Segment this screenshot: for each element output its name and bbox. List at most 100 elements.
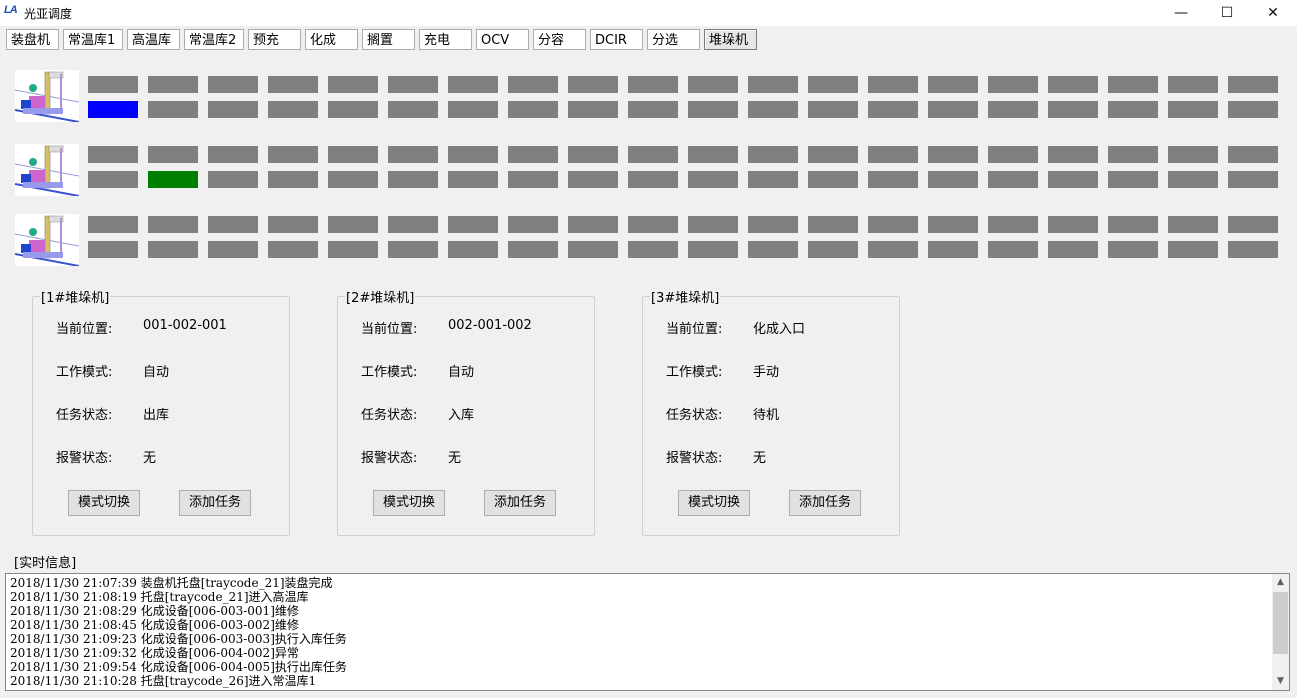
storage-cell[interactable]: [148, 76, 198, 93]
storage-cell[interactable]: [628, 216, 678, 233]
storage-cell[interactable]: [988, 76, 1038, 93]
storage-cell[interactable]: [1168, 146, 1218, 163]
storage-cell[interactable]: [808, 216, 858, 233]
storage-cell[interactable]: [1048, 216, 1098, 233]
storage-cell[interactable]: [748, 216, 798, 233]
realtime-log-box[interactable]: 2018/11/30 21:07:39 装盘机托盘[traycode_21]装盘…: [5, 573, 1290, 691]
storage-cell[interactable]: [328, 146, 378, 163]
storage-cell[interactable]: [748, 76, 798, 93]
storage-cell[interactable]: [268, 76, 318, 93]
storage-cell[interactable]: [1108, 171, 1158, 188]
storage-cell[interactable]: [448, 216, 498, 233]
storage-cell[interactable]: [448, 241, 498, 258]
storage-cell[interactable]: [1228, 241, 1278, 258]
storage-cell[interactable]: [628, 171, 678, 188]
tab-charge[interactable]: 充电: [419, 29, 472, 50]
storage-cell[interactable]: [388, 171, 438, 188]
scroll-down-icon[interactable]: ▼: [1272, 673, 1289, 690]
minimize-button[interactable]: —: [1158, 0, 1204, 26]
maximize-button[interactable]: ☐: [1204, 0, 1250, 26]
storage-cell[interactable]: [748, 171, 798, 188]
storage-cell[interactable]: [328, 76, 378, 93]
mode-switch-button[interactable]: 模式切换: [373, 490, 445, 516]
storage-cell[interactable]: [988, 146, 1038, 163]
add-task-button[interactable]: 添加任务: [179, 490, 251, 516]
add-task-button[interactable]: 添加任务: [484, 490, 556, 516]
storage-cell[interactable]: [388, 216, 438, 233]
storage-cell[interactable]: [148, 241, 198, 258]
storage-cell[interactable]: [868, 241, 918, 258]
storage-cell[interactable]: [508, 146, 558, 163]
storage-cell[interactable]: [148, 146, 198, 163]
storage-cell[interactable]: [508, 241, 558, 258]
storage-cell[interactable]: [928, 241, 978, 258]
close-button[interactable]: ✕: [1250, 0, 1296, 26]
storage-cell[interactable]: [868, 216, 918, 233]
storage-cell[interactable]: [748, 146, 798, 163]
storage-cell[interactable]: [688, 216, 738, 233]
storage-cell[interactable]: [688, 76, 738, 93]
storage-cell[interactable]: [568, 101, 618, 118]
storage-cell[interactable]: [328, 101, 378, 118]
tab-formation[interactable]: 化成: [305, 29, 358, 50]
storage-cell[interactable]: [568, 241, 618, 258]
storage-cell[interactable]: [328, 171, 378, 188]
storage-cell[interactable]: [448, 146, 498, 163]
storage-cell[interactable]: [88, 241, 138, 258]
storage-cell[interactable]: [1168, 171, 1218, 188]
storage-cell[interactable]: [928, 76, 978, 93]
storage-cell[interactable]: [88, 171, 138, 188]
storage-cell[interactable]: [508, 76, 558, 93]
storage-cell[interactable]: [988, 241, 1038, 258]
storage-cell[interactable]: [808, 146, 858, 163]
scroll-up-icon[interactable]: ▲: [1272, 574, 1289, 591]
storage-cell[interactable]: [88, 76, 138, 93]
storage-cell[interactable]: [988, 101, 1038, 118]
storage-cell[interactable]: [1168, 76, 1218, 93]
storage-cell[interactable]: [1228, 101, 1278, 118]
storage-cell[interactable]: [1108, 146, 1158, 163]
storage-cell[interactable]: [208, 146, 258, 163]
storage-cell[interactable]: [208, 76, 258, 93]
storage-cell[interactable]: [928, 101, 978, 118]
storage-cell[interactable]: [88, 216, 138, 233]
storage-cell[interactable]: [1048, 241, 1098, 258]
tab-high-temp-store[interactable]: 高温库: [127, 29, 180, 50]
storage-cell[interactable]: [268, 171, 318, 188]
storage-cell[interactable]: [268, 101, 318, 118]
storage-cell[interactable]: [688, 146, 738, 163]
tab-normal-temp-store-2[interactable]: 常温库2: [184, 29, 244, 50]
storage-cell[interactable]: [208, 101, 258, 118]
storage-cell[interactable]: [568, 171, 618, 188]
storage-cell[interactable]: [208, 241, 258, 258]
storage-cell[interactable]: [268, 241, 318, 258]
storage-cell[interactable]: [568, 146, 618, 163]
storage-cell[interactable]: [868, 76, 918, 93]
storage-cell[interactable]: [1228, 171, 1278, 188]
storage-cell[interactable]: [928, 146, 978, 163]
storage-cell[interactable]: [328, 241, 378, 258]
storage-cell[interactable]: [1048, 76, 1098, 93]
storage-cell[interactable]: [328, 216, 378, 233]
storage-cell[interactable]: [148, 101, 198, 118]
storage-cell[interactable]: [88, 146, 138, 163]
storage-cell[interactable]: [268, 216, 318, 233]
mode-switch-button[interactable]: 模式切换: [678, 490, 750, 516]
storage-cell[interactable]: [88, 101, 138, 118]
storage-cell[interactable]: [868, 101, 918, 118]
storage-cell[interactable]: [1168, 101, 1218, 118]
storage-cell[interactable]: [868, 146, 918, 163]
storage-cell[interactable]: [808, 241, 858, 258]
tab-normal-temp-store-1[interactable]: 常温库1: [63, 29, 123, 50]
tab-stacker[interactable]: 堆垛机: [704, 29, 757, 50]
storage-cell[interactable]: [688, 101, 738, 118]
storage-cell[interactable]: [148, 216, 198, 233]
tab-precharge[interactable]: 预充: [248, 29, 301, 50]
storage-cell[interactable]: [808, 76, 858, 93]
storage-cell[interactable]: [568, 76, 618, 93]
storage-cell[interactable]: [1108, 101, 1158, 118]
storage-cell[interactable]: [1108, 76, 1158, 93]
storage-cell[interactable]: [1228, 146, 1278, 163]
log-scrollbar[interactable]: ▲ ▼: [1272, 574, 1289, 690]
storage-cell[interactable]: [1108, 216, 1158, 233]
